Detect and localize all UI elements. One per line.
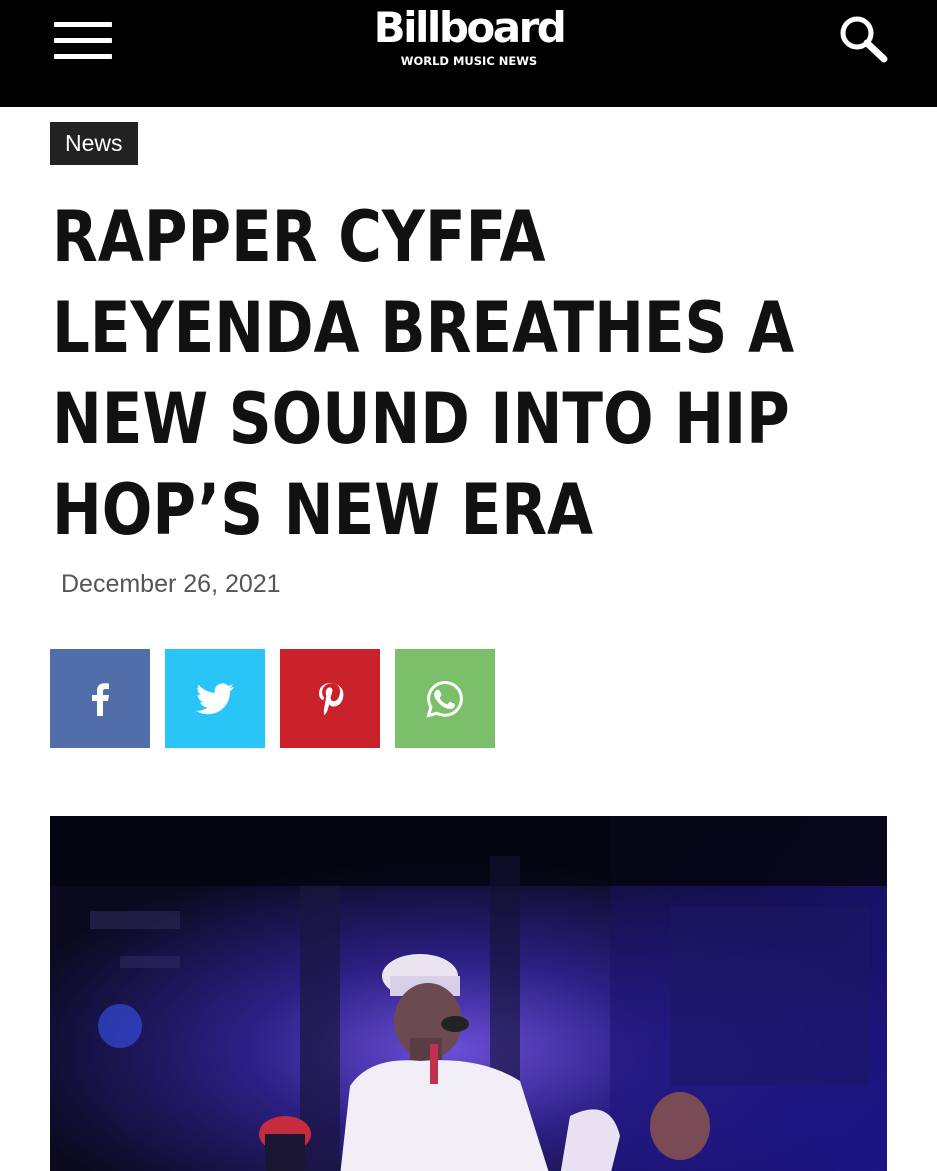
facebook-icon: [92, 682, 109, 716]
menu-bar: [54, 54, 112, 59]
site-header: Billboard WORLD MUSIC NEWS: [0, 0, 937, 107]
headline-line: NEW SOUND INTO HIP: [52, 378, 790, 460]
twitter-icon: [196, 682, 234, 714]
share-whatsapp-button[interactable]: [395, 649, 495, 748]
share-pinterest-button[interactable]: [280, 649, 380, 748]
share-twitter-button[interactable]: [165, 649, 265, 748]
article-headline: RAPPER CYFFA LEYENDA BREATHES A NEW SOUN…: [52, 192, 902, 556]
logo-wordmark: Billboard: [373, 3, 567, 52]
concert-performer-photo: [50, 816, 887, 1171]
article-page: Billboard WORLD MUSIC NEWS News RAPPER C…: [0, 0, 937, 1171]
share-facebook-button[interactable]: [50, 649, 150, 748]
whatsapp-icon: [426, 680, 463, 718]
search-icon[interactable]: [834, 12, 894, 64]
article-hero-photo[interactable]: [50, 816, 887, 1171]
menu-bar: [54, 38, 112, 43]
hamburger-menu-icon[interactable]: [54, 20, 114, 60]
category-tag[interactable]: News: [50, 122, 138, 165]
logo-tagline: WORLD MUSIC NEWS: [400, 54, 538, 68]
headline-line: RAPPER CYFFA: [52, 196, 546, 278]
headline-line: LEYENDA BREATHES A: [52, 287, 795, 369]
menu-bar: [54, 22, 112, 27]
publish-date: December 26, 2021: [61, 570, 281, 598]
pinterest-icon: [319, 682, 344, 715]
headline-line: HOP’S NEW ERA: [52, 469, 594, 551]
site-logo[interactable]: Billboard WORLD MUSIC NEWS: [358, 2, 580, 68]
